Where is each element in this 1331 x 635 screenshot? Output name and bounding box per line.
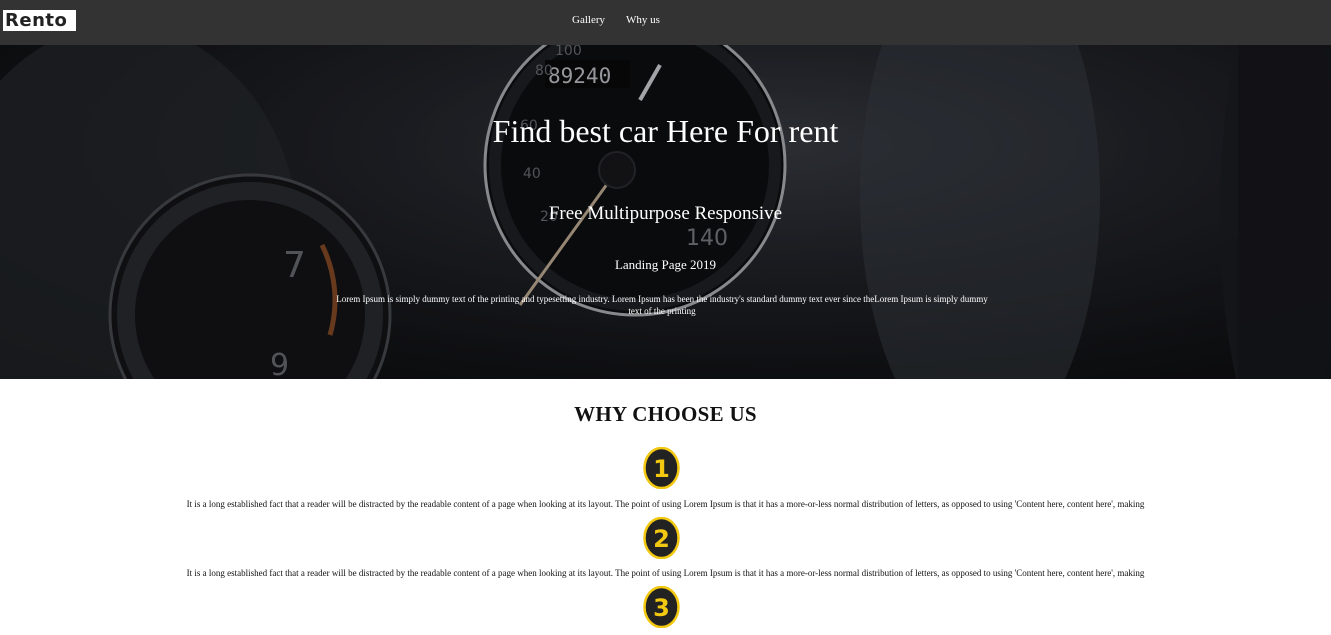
hero-subtitle: Free Multipurpose Responsive (548, 203, 783, 224)
badge-3-number: 3 (653, 594, 670, 622)
number-3-badge-icon: 3 (643, 586, 680, 628)
why-item-2-text: It is a long established fact that a rea… (186, 568, 1145, 578)
nav-links: Gallery Why us (572, 14, 660, 26)
hero-section: 7 9 89240 100 80 60 40 20 140 Find best … (0, 45, 1331, 379)
number-2-badge-icon: 2 (643, 517, 680, 559)
hero-content: Find best car Here For rent Free Multipu… (0, 45, 1331, 379)
why-choose-us-heading: WHY CHOOSE US (574, 402, 757, 426)
badge-2-number: 2 (653, 525, 670, 553)
hero-description: Lorem Ipsum is simply dummy text of the … (336, 294, 988, 316)
why-item-1-text: It is a long established fact that a rea… (186, 499, 1145, 509)
number-1-badge-icon: 1 (643, 447, 680, 489)
nav-why-us-link[interactable]: Why us (626, 14, 660, 26)
hero-year-line: Landing Page 2019 (614, 257, 717, 272)
badge-1-number: 1 (653, 455, 670, 483)
nav-gallery-link[interactable]: Gallery (572, 14, 605, 26)
rento-logo[interactable]: Rento (3, 10, 76, 31)
top-navbar: Rento Gallery Why us (0, 0, 1331, 45)
hero-title: Find best car Here For rent (492, 113, 839, 149)
